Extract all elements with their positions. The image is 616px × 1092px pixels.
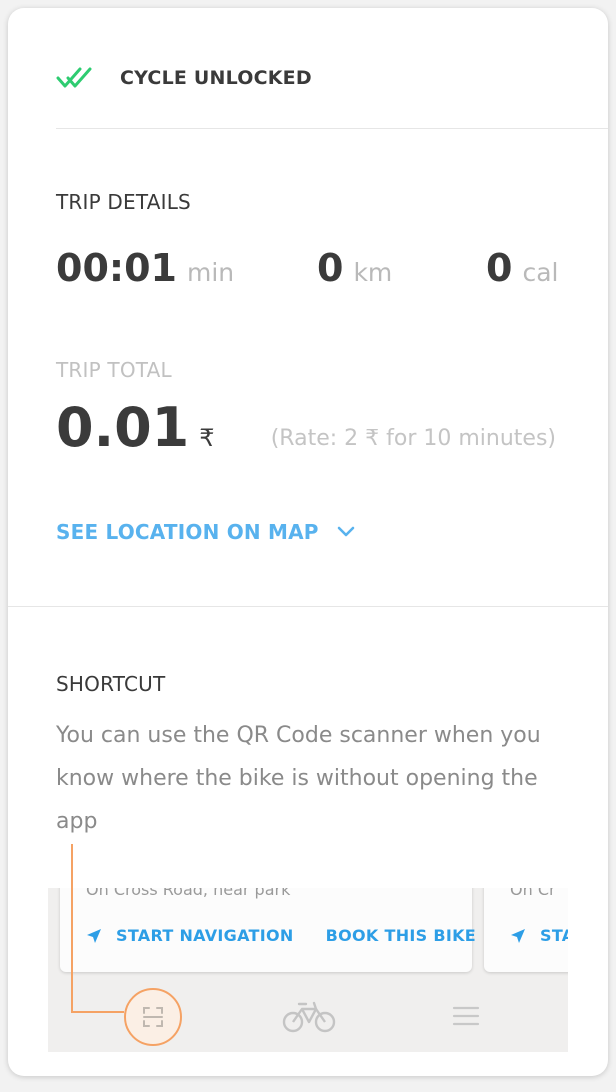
bike-card-address: On Cr [510,888,556,899]
trip-duration-unit: min [186,258,235,287]
see-location-label: SEE LOCATION ON MAP [56,520,319,544]
trip-details-heading: TRIP DETAILS [56,190,191,214]
trip-total-currency: ₹ [199,424,215,452]
divider [8,606,608,607]
shortcut-description: You can use the QR Code scanner when you… [56,723,541,834]
start-navigation-button: STA [540,926,568,945]
double-check-icon [56,67,92,88]
start-navigation-button: START NAVIGATION [116,926,294,945]
see-location-on-map-link[interactable]: SEE LOCATION ON MAP [56,520,355,544]
app-bottom-bar [48,984,568,1052]
bike-card: On Cr STA [484,888,568,972]
trip-distance: 0 km [317,246,392,290]
bike-card-address: On Cross Road, near park [86,888,291,899]
chevron-down-icon [337,526,354,537]
trip-calories: 0 cal [486,246,558,290]
trip-total: 0.01 ₹ [56,396,215,459]
trip-duration-value: 00:01 [56,246,177,290]
bike-card: On Cross Road, near park START NAVIGATIO… [60,888,476,972]
trip-distance-unit: km [353,258,393,287]
book-this-bike-button: BOOK THIS BIKE [325,926,477,945]
app-preview-image: On Cross Road, near park START NAVIGATIO… [48,888,568,1052]
trip-total-heading: TRIP TOTAL [56,358,172,382]
bike-card-actions: START NAVIGATION BOOK THIS BIKE [86,926,476,945]
rate-info: (Rate: 2 ₹ for 10 minutes) [270,426,556,451]
bike-card-actions: STA [510,926,568,945]
menu-icon [452,1006,480,1026]
trip-card: CYCLE UNLOCKED TRIP DETAILS 00:01 min 0 … [8,8,608,1076]
trip-total-amount: 0.01 [56,396,190,459]
qr-scanner-icon [124,988,182,1046]
unlocked-status-label: CYCLE UNLOCKED [120,67,312,89]
navigation-arrow-icon [87,928,101,943]
trip-distance-value: 0 [317,246,344,290]
trip-calories-unit: cal [522,258,559,287]
trip-duration: 00:01 min [56,246,234,290]
navigation-arrow-icon [511,928,525,943]
bike-icon [282,1001,336,1033]
trip-calories-value: 0 [486,246,513,290]
divider [56,128,608,129]
shortcut-heading: SHORTCUT [56,672,166,696]
unlocked-status: CYCLE UNLOCKED [56,60,312,96]
